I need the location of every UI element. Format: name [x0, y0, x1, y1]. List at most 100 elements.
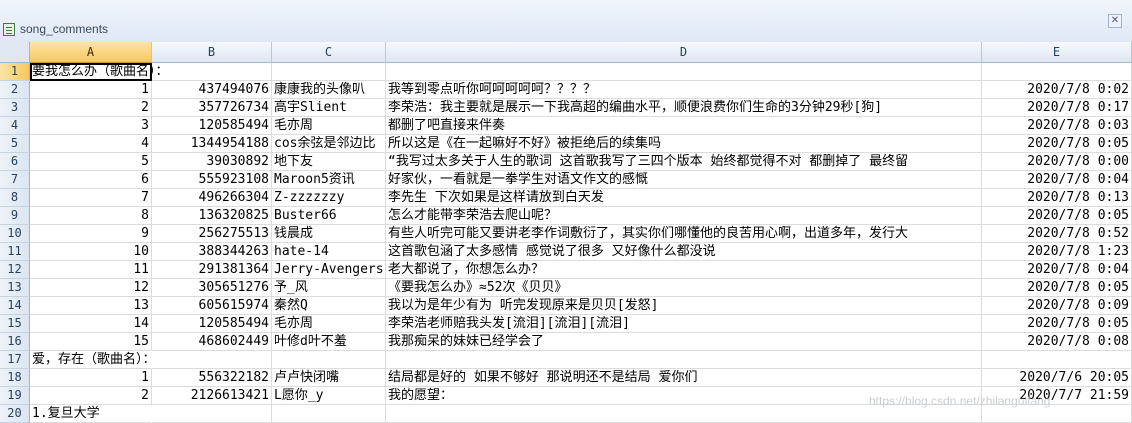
- row-header[interactable]: 20: [0, 405, 30, 423]
- cell-a[interactable]: 2: [30, 387, 152, 405]
- cell-b[interactable]: 496266304: [152, 189, 272, 207]
- column-header-b[interactable]: B: [152, 42, 272, 63]
- cell-d[interactable]: “我写过太多关于人生的歌词 这首歌我写了三四个版本 始终都觉得不对 都删掉了 最…: [386, 153, 982, 171]
- cell-b[interactable]: 556322182: [152, 369, 272, 387]
- cell-e[interactable]: 2020/7/6 20:05: [982, 369, 1132, 387]
- cell-b[interactable]: 357726734: [152, 99, 272, 117]
- cell-e[interactable]: 2020/7/8 0:05: [982, 279, 1132, 297]
- cell-e[interactable]: 2020/7/8 0:05: [982, 315, 1132, 333]
- cell-a[interactable]: 15: [30, 333, 152, 351]
- cell-a[interactable]: 5: [30, 153, 152, 171]
- cell-b[interactable]: 39030892: [152, 153, 272, 171]
- cell-e[interactable]: 2020/7/8 0:13: [982, 189, 1132, 207]
- row-header[interactable]: 15: [0, 315, 30, 333]
- cell-a[interactable]: 8: [30, 207, 152, 225]
- cell-d[interactable]: 老大都说了，你想怎么办？: [386, 261, 982, 279]
- cell-c[interactable]: 予_风: [272, 279, 386, 297]
- cell-a[interactable]: 3: [30, 117, 152, 135]
- cell-b[interactable]: 120585494: [152, 315, 272, 333]
- cell-a[interactable]: 14: [30, 315, 152, 333]
- row-header[interactable]: 1: [0, 63, 30, 81]
- cell-a[interactable]: 11: [30, 261, 152, 279]
- row-header[interactable]: 13: [0, 279, 30, 297]
- cell-c[interactable]: 高宇Slient: [272, 99, 386, 117]
- column-header-a[interactable]: A: [30, 42, 152, 63]
- row-header[interactable]: 7: [0, 171, 30, 189]
- cell-c[interactable]: Buster66: [272, 207, 386, 225]
- cell-e[interactable]: 2020/7/8 0:17: [982, 99, 1132, 117]
- cell-a[interactable]: 1: [30, 369, 152, 387]
- cell-e[interactable]: 2020/7/8 0:05: [982, 207, 1132, 225]
- cell-c[interactable]: 康康我的头像叭: [272, 81, 386, 99]
- cell-d[interactable]: 我以为是年少有为 听完发现原来是贝贝[发怒]: [386, 297, 982, 315]
- cell-c[interactable]: [272, 63, 386, 81]
- cell-c[interactable]: [272, 351, 386, 369]
- cell-c[interactable]: 叶修d叶不羞: [272, 333, 386, 351]
- row-header[interactable]: 3: [0, 99, 30, 117]
- cell-b[interactable]: 605615974: [152, 297, 272, 315]
- cell-a[interactable]: 6: [30, 171, 152, 189]
- cell-e[interactable]: 2020/7/8 0:08: [982, 333, 1132, 351]
- cell-a[interactable]: 7: [30, 189, 152, 207]
- cell-c[interactable]: [272, 405, 386, 423]
- row-header[interactable]: 5: [0, 135, 30, 153]
- cell-a[interactable]: 4: [30, 135, 152, 153]
- cell-d[interactable]: 结局都是好的 如果不够好 那说明还不是结局 爱你们: [386, 369, 982, 387]
- cell-e[interactable]: 2020/7/8 0:00: [982, 153, 1132, 171]
- cell-b[interactable]: 136320825: [152, 207, 272, 225]
- cell-e[interactable]: 2020/7/8 0:09: [982, 297, 1132, 315]
- cell-e[interactable]: 2020/7/8 0:04: [982, 171, 1132, 189]
- cell-b[interactable]: 291381364: [152, 261, 272, 279]
- cell-c[interactable]: L愿你_y: [272, 387, 386, 405]
- close-icon[interactable]: ✕: [1108, 14, 1122, 28]
- cell-d[interactable]: 都删了吧直接来伴奏: [386, 117, 982, 135]
- row-header[interactable]: 17: [0, 351, 30, 369]
- cell-a[interactable]: 2: [30, 99, 152, 117]
- cell-d[interactable]: 李先生 下次如果是这样请放到白天发: [386, 189, 982, 207]
- cell-b[interactable]: 305651276: [152, 279, 272, 297]
- cell-e[interactable]: 2020/7/8 0:03: [982, 117, 1132, 135]
- row-header[interactable]: 16: [0, 333, 30, 351]
- cell-d[interactable]: 好家伙，一看就是一拳学生对语文作文的感慨: [386, 171, 982, 189]
- cell-b[interactable]: 120585494: [152, 117, 272, 135]
- cell-a[interactable]: 12: [30, 279, 152, 297]
- cell-e[interactable]: 2020/7/8 0:52: [982, 225, 1132, 243]
- cell-a[interactable]: 爱，存在（歌曲名）：: [30, 351, 156, 369]
- cell-b[interactable]: 468602449: [152, 333, 272, 351]
- cell-d[interactable]: 《要我怎么办》≈52次《贝贝》: [386, 279, 982, 297]
- row-header[interactable]: 9: [0, 207, 30, 225]
- cell-b[interactable]: [152, 405, 272, 423]
- column-header-c[interactable]: C: [272, 42, 386, 63]
- cell-a[interactable]: 要我怎么办（歌曲名）：: [30, 63, 169, 81]
- row-header[interactable]: 6: [0, 153, 30, 171]
- cell-a[interactable]: 10: [30, 243, 152, 261]
- select-all-corner[interactable]: [0, 42, 30, 63]
- row-header[interactable]: 14: [0, 297, 30, 315]
- cell-d[interactable]: [386, 63, 982, 81]
- row-header[interactable]: 10: [0, 225, 30, 243]
- cell-e[interactable]: 2020/7/8 1:23: [982, 243, 1132, 261]
- cell-e[interactable]: 2020/7/8 0:02: [982, 81, 1132, 99]
- cell-d[interactable]: 怎么才能带李荣浩去爬山呢？: [386, 207, 982, 225]
- cell-c[interactable]: 秦然Q: [272, 297, 386, 315]
- cell-e[interactable]: [982, 351, 1132, 369]
- cell-b[interactable]: 555923108: [152, 171, 272, 189]
- cell-d[interactable]: 我等到零点听你呵呵呵呵呵？？？？: [386, 81, 982, 99]
- cell-c[interactable]: 毛亦周: [272, 117, 386, 135]
- cell-a[interactable]: 9: [30, 225, 152, 243]
- row-header[interactable]: 12: [0, 261, 30, 279]
- cell-b[interactable]: 256275513: [152, 225, 272, 243]
- cell-b[interactable]: [152, 351, 272, 369]
- cell-b[interactable]: 2126613421: [152, 387, 272, 405]
- cell-c[interactable]: 钱晨成: [272, 225, 386, 243]
- cell-d[interactable]: 我那痴呆的妹妹已经学会了: [386, 333, 982, 351]
- cell-a[interactable]: 1: [30, 81, 152, 99]
- row-header[interactable]: 2: [0, 81, 30, 99]
- cell-d[interactable]: 李荣浩老师赔我头发[流泪][流泪][流泪]: [386, 315, 982, 333]
- row-header[interactable]: 19: [0, 387, 30, 405]
- cell-b[interactable]: 388344263: [152, 243, 272, 261]
- cell-c[interactable]: 卢卢快闭嘴: [272, 369, 386, 387]
- cell-b[interactable]: 1344954188: [152, 135, 272, 153]
- cell-d[interactable]: 有些人听完可能又要讲老李作词敷衍了，其实你们哪懂他的良苦用心啊，出道多年，发行大: [386, 225, 982, 243]
- cell-d[interactable]: 所以这是《在一起嘛好不好》被拒绝后的续集吗: [386, 135, 982, 153]
